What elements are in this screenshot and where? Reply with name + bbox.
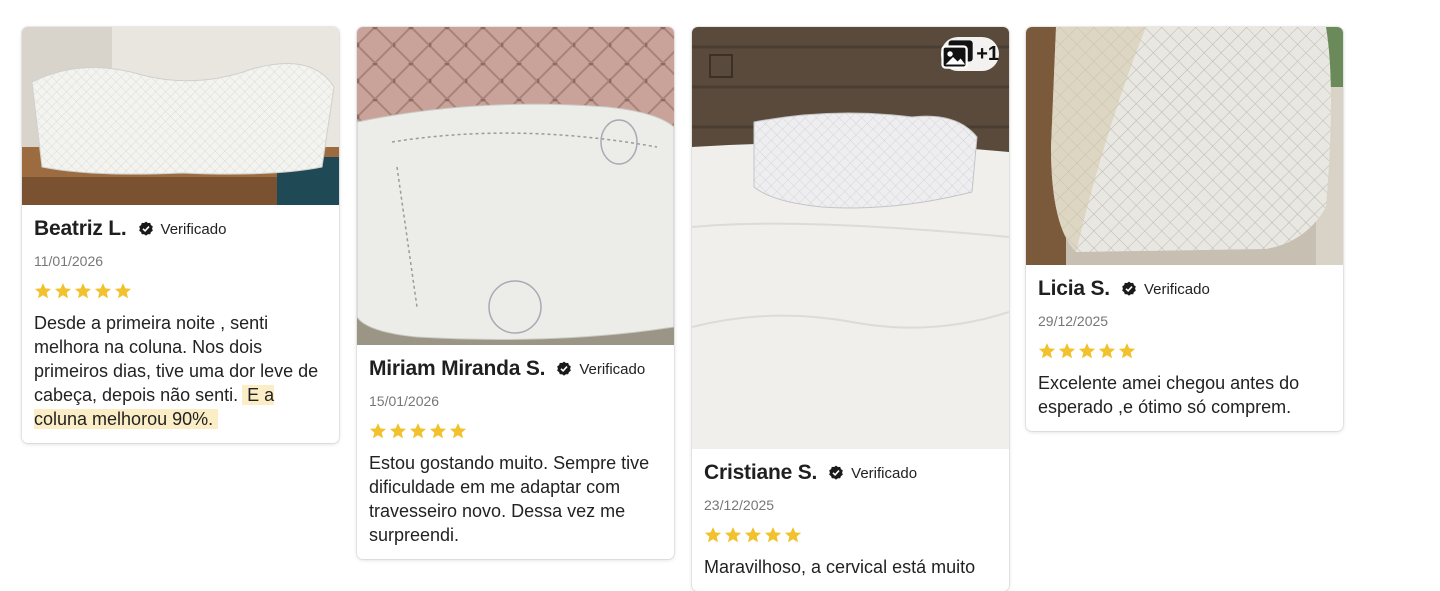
star-icon <box>429 423 447 439</box>
reviewer-name: Miriam Miranda S. <box>369 357 546 380</box>
verified-check-icon <box>557 361 572 376</box>
star-icon <box>114 283 132 299</box>
verified-label: Verificado <box>579 360 646 378</box>
review-date: 29/12/2025 <box>1038 313 1109 329</box>
review-photo[interactable] <box>1026 27 1343 265</box>
star-rating <box>369 422 662 440</box>
pillow-photo <box>692 27 1009 449</box>
star-icon <box>1118 343 1136 359</box>
review-card[interactable]: Miriam Miranda S. Verificado 15/01/2026 … <box>357 27 674 559</box>
verified-label: Verificado <box>851 464 918 482</box>
star-rating <box>34 282 327 300</box>
pillow-photo <box>22 27 339 205</box>
reviewer-name: Licia S. <box>1038 277 1110 300</box>
star-icon <box>744 527 762 543</box>
star-icon <box>449 423 467 439</box>
star-icon <box>389 423 407 439</box>
review-text: Maravilhoso, a cervical está muito <box>704 557 976 577</box>
star-icon <box>409 423 427 439</box>
reviewer-name: Beatriz L. <box>34 217 127 240</box>
pillow-photo <box>357 27 674 345</box>
star-icon <box>784 527 802 543</box>
review-date: 15/01/2026 <box>369 393 440 409</box>
review-date: 11/01/2026 <box>34 253 104 269</box>
verified-label: Verificado <box>1143 280 1210 298</box>
star-rating <box>1038 342 1331 360</box>
review-photo[interactable]: +1 <box>692 27 1009 449</box>
verified-label: Verificado <box>160 220 227 238</box>
verified-check-icon <box>138 221 153 236</box>
review-date: 23/12/2025 <box>704 497 775 513</box>
star-icon <box>54 283 72 299</box>
review-text: Desde a primeira noite , senti melhora n… <box>34 311 327 431</box>
star-icon <box>1078 343 1096 359</box>
star-rating <box>704 526 997 544</box>
verified-check-icon <box>1122 281 1136 296</box>
review-photo[interactable] <box>357 27 674 345</box>
star-icon <box>1058 343 1076 359</box>
review-text: Excelente amei chegou antes do esperado … <box>1038 373 1300 417</box>
star-icon <box>369 423 387 439</box>
star-icon <box>724 527 742 543</box>
star-icon <box>1098 343 1116 359</box>
pillow-photo <box>1026 27 1343 265</box>
review-card[interactable]: Licia S. Verificado 29/12/2025 Excelente… <box>1026 27 1343 431</box>
review-body: Desde a primeira noite , senti melhora n… <box>34 313 319 405</box>
review-text: Estou gostando muito. Sempre tive dificu… <box>369 453 650 545</box>
star-icon <box>94 283 112 299</box>
extra-photos-count: +1 <box>976 42 999 65</box>
star-icon <box>764 527 782 543</box>
photos-icon <box>941 40 973 69</box>
review-photo[interactable] <box>22 27 339 205</box>
review-card[interactable]: Beatriz L. Verificado 11/01/2026 Desde a… <box>22 27 339 443</box>
star-icon <box>1038 343 1056 359</box>
star-icon <box>74 283 92 299</box>
verified-check-icon <box>829 465 843 480</box>
review-card[interactable]: +1 Cristiane S. Verificado 23/12/2025 Ma… <box>692 27 1009 591</box>
star-icon <box>34 283 52 299</box>
extra-photos-badge[interactable]: +1 <box>941 37 999 71</box>
star-icon <box>704 527 722 543</box>
reviewer-name: Cristiane S. <box>704 461 818 484</box>
